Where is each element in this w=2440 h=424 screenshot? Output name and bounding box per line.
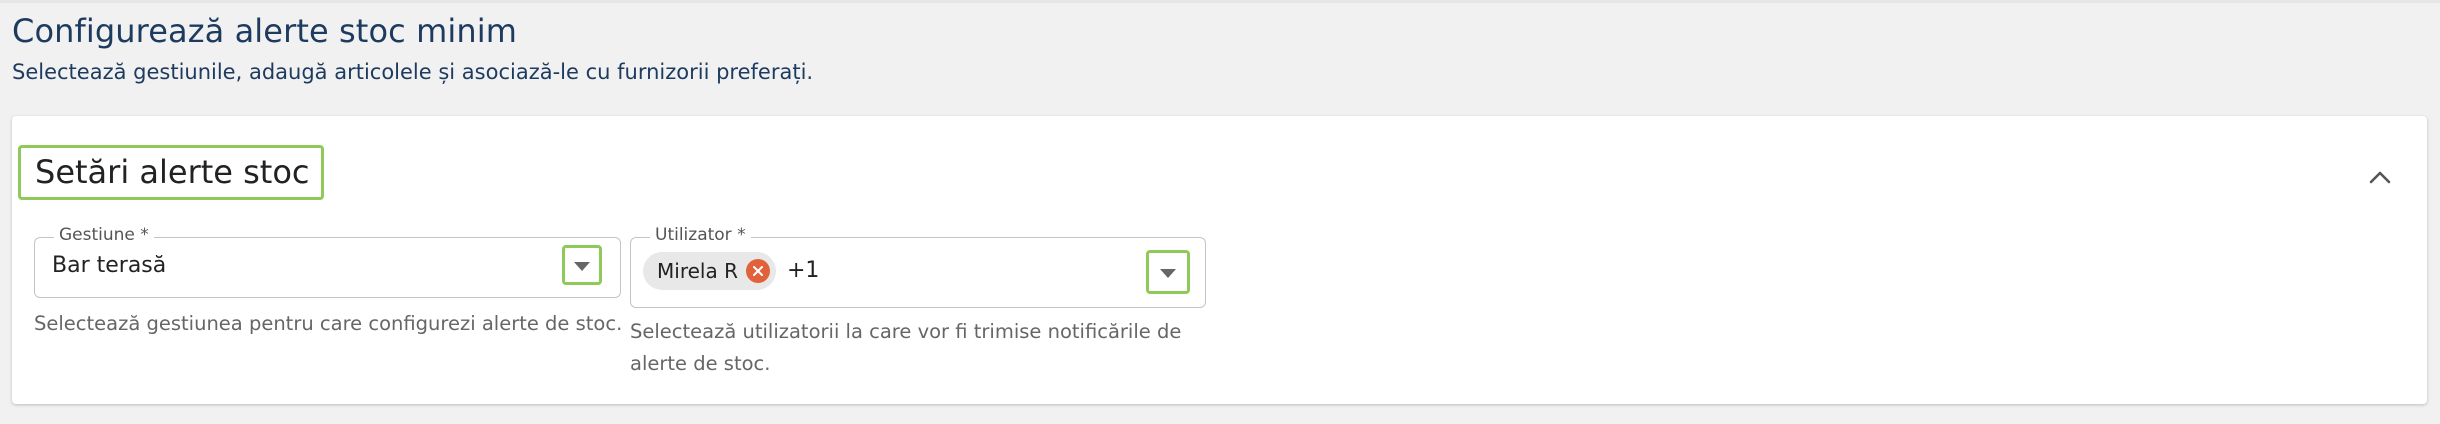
collapse-button[interactable] (2362, 160, 2398, 196)
page-title: Configurează alerte stoc minim (12, 12, 517, 50)
gestiune-label: Gestiune * (54, 224, 154, 246)
utilizator-label: Utilizator * (650, 224, 751, 246)
caret-down-icon (574, 256, 590, 275)
card-title[interactable]: Setări alerte stoc (18, 145, 324, 200)
top-divider (0, 0, 2440, 3)
stock-alert-settings-card: Setări alerte stoc Gestiune * Bar terasă… (12, 116, 2427, 404)
extra-users-count: +1 (787, 258, 820, 283)
user-chip[interactable]: Mirela R (643, 252, 776, 290)
chevron-up-icon (2369, 169, 2391, 188)
gestiune-value: Bar terasă (52, 253, 167, 278)
user-chip-label: Mirela R (657, 259, 738, 283)
utilizator-helper-text: Selectează utilizatorii la care vor fi t… (630, 320, 1182, 375)
utilizator-select[interactable]: Utilizator * Mirela R +1 (630, 224, 1206, 308)
gestiune-helper-text: Selectează gestiunea pentru care configu… (34, 312, 623, 335)
caret-down-icon (1160, 263, 1176, 282)
page-subtitle: Selectează gestiunile, adaugă articolele… (12, 60, 814, 84)
utilizator-dropdown-button[interactable] (1146, 250, 1190, 294)
remove-chip-icon[interactable] (745, 259, 770, 283)
gestiune-select[interactable]: Gestiune * Bar terasă (34, 224, 621, 298)
gestiune-dropdown-button[interactable] (562, 245, 602, 285)
